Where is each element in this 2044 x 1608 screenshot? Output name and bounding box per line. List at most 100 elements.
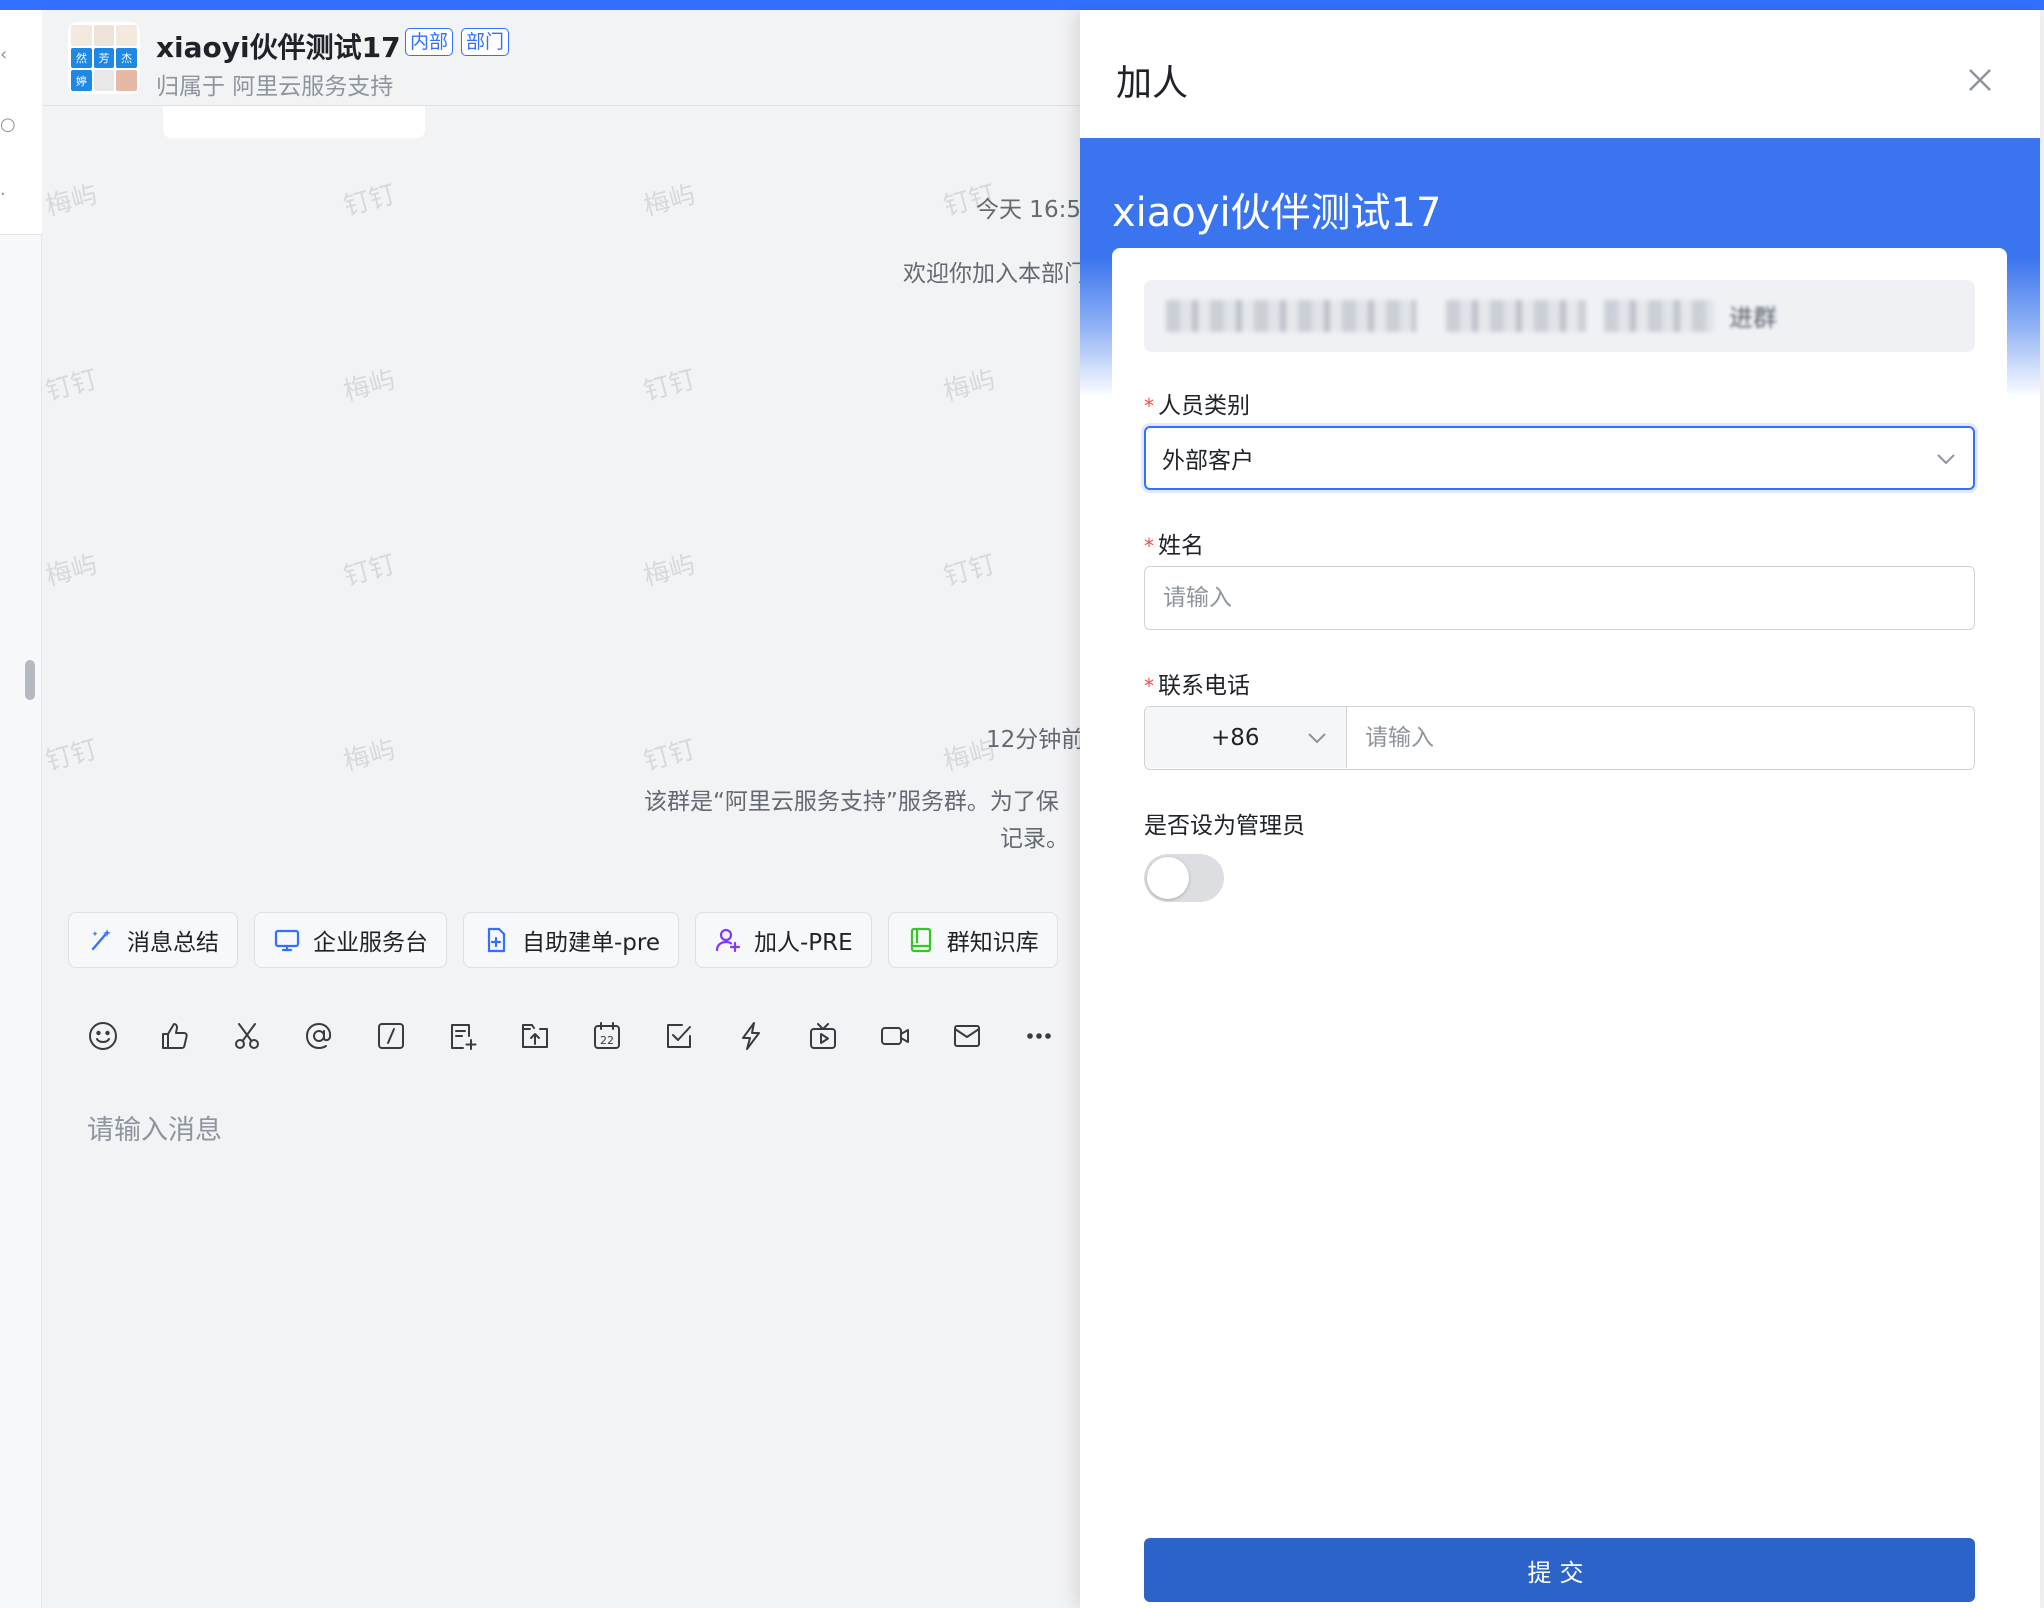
mail-icon[interactable] [951, 1020, 983, 1052]
watermark: 钉钉 [640, 734, 699, 778]
watermark: 钉钉 [640, 364, 699, 408]
add-member-drawer: 加人 xiaoyi伙伴测试17 进群 *人员类别 外部客户 *姓名 *联系电话 … [1080, 10, 2040, 1608]
emoji-icon[interactable] [87, 1020, 119, 1052]
avatar-tile: 然 [71, 47, 92, 69]
scissors-icon[interactable] [231, 1020, 263, 1052]
slash-icon[interactable] [375, 1020, 407, 1052]
shortcut-label: 加人-PRE [754, 930, 853, 956]
shortcut-add-member[interactable]: 加人-PRE [695, 912, 872, 968]
shortcut-label: 自助建单-pre [522, 930, 660, 956]
required-mark: * [1144, 674, 1154, 698]
watermark: 钉钉 [43, 364, 101, 408]
category-label: * 人员类别 [1144, 386, 1250, 420]
note-add-icon[interactable] [447, 1020, 479, 1052]
banner-group-name: xiaoyi伙伴测试17 [1112, 190, 1442, 236]
blurred-text [1166, 300, 1416, 332]
watermark: 梅屿 [940, 364, 999, 408]
document-add-icon [487, 927, 506, 953]
tag-internal: 内部 [405, 28, 454, 56]
shortcut-label: 群知识库 [946, 930, 1039, 956]
chat-title[interactable]: xiaoyi伙伴测试17 [156, 26, 401, 66]
thumbs-up-icon[interactable] [159, 1020, 191, 1052]
avatar-tile: 芳 [93, 47, 115, 69]
system-message-line: 该群是“阿里云服务支持”服务群。为了保 [644, 789, 1059, 815]
message-input[interactable] [87, 1100, 1067, 1160]
rail-scrollbar[interactable] [25, 660, 35, 700]
required-mark: * [1144, 534, 1154, 558]
group-info-blurred: 进群 [1144, 280, 1975, 352]
left-rail: ‹ ○ · [0, 10, 42, 1608]
group-info-text: 进群 [1729, 304, 1777, 332]
name-input[interactable] [1144, 566, 1975, 630]
category-label-text: 人员类别 [1158, 393, 1250, 419]
category-select[interactable]: 外部客户 [1144, 426, 1975, 490]
watermark: 钉钉 [340, 549, 399, 593]
chat-panel: 梅屿 钉钉 梅屿 钉钉 钉钉 梅屿 钉钉 梅屿 梅屿 钉钉 梅屿 钉钉 钉钉 梅… [43, 10, 1080, 1608]
chevron-down-icon [1933, 446, 1959, 472]
avatar-tile [116, 70, 137, 91]
category-value: 外部客户 [1162, 448, 1254, 474]
avatar-tile [71, 25, 92, 46]
shortcut-self-ticket[interactable]: 自助建单-pre [463, 912, 679, 968]
avatar-tile: 婷 [71, 70, 92, 91]
group-avatar[interactable]: 然 芳 杰 婷 [68, 22, 140, 94]
country-code-value: +86 [1211, 724, 1260, 751]
watermark: 钉钉 [340, 179, 399, 223]
chat-subtitle: 归属于 阿里云服务支持 [156, 74, 394, 100]
calendar-icon[interactable]: 22 [591, 1020, 623, 1052]
input-toolbar: 22 [87, 1020, 1055, 1052]
system-message: 欢迎你加入本部门 [903, 261, 1080, 287]
flash-icon[interactable] [735, 1020, 767, 1052]
watermark: 梅屿 [43, 179, 101, 223]
system-message-line: 记录。 [1000, 826, 1069, 852]
admin-label: 是否设为管理员 [1144, 813, 1305, 839]
phone-label: * 联系电话 [1144, 666, 1250, 700]
country-code-select[interactable]: +86 [1145, 707, 1347, 768]
rail-top-panel: ‹ ○ · [0, 10, 42, 235]
previous-message-card [163, 106, 425, 138]
monitor-icon [274, 929, 300, 952]
more-icon[interactable] [1023, 1020, 1055, 1052]
name-label-text: 姓名 [1158, 533, 1204, 559]
name-label: * 姓名 [1144, 526, 1204, 560]
avatar-tile [93, 25, 115, 46]
chevron-left-icon[interactable]: ‹ [0, 44, 7, 65]
watermark: 钉钉 [43, 734, 101, 778]
phone-input[interactable] [1349, 707, 1973, 768]
admin-toggle[interactable] [1144, 854, 1224, 902]
live-icon[interactable] [807, 1020, 839, 1052]
avatar-tile [93, 70, 115, 91]
add-member-form: 进群 *人员类别 外部客户 *姓名 *联系电话 +86 是否设为管理员 提交 [1112, 248, 2007, 1608]
calendar-day: 22 [600, 1034, 614, 1047]
close-icon[interactable] [1960, 60, 2000, 100]
top-strip [0, 0, 2044, 10]
watermark: 梅屿 [640, 179, 699, 223]
shortcut-knowledge-base[interactable]: 群知识库 [887, 912, 1058, 968]
upload-icon[interactable] [519, 1020, 551, 1052]
toggle-knob [1147, 857, 1189, 899]
video-icon[interactable] [879, 1020, 911, 1052]
shortcut-label: 消息总结 [127, 930, 219, 956]
shortcut-service-desk[interactable]: 企业服务台 [254, 912, 447, 968]
shortcut-bar: 消息总结 企业服务台 自助建单-pre 加人-PRE 群知识库 [68, 912, 1058, 968]
required-mark: * [1144, 394, 1154, 418]
user-add-icon [715, 928, 741, 953]
book-icon [910, 927, 931, 953]
shortcut-message-summary[interactable]: 消息总结 [68, 912, 238, 968]
search-icon[interactable]: ○ [0, 114, 16, 135]
watermark: 梅屿 [340, 734, 399, 778]
checkbox-icon[interactable] [663, 1020, 695, 1052]
dot-icon: · [0, 184, 6, 205]
tag-department: 部门 [461, 28, 510, 56]
submit-button[interactable]: 提交 [1144, 1538, 1975, 1602]
shortcut-label: 企业服务台 [313, 930, 428, 956]
watermark: 梅屿 [43, 549, 101, 593]
avatar-tile: 杰 [116, 47, 137, 69]
watermark: 梅屿 [640, 549, 699, 593]
watermark: 钉钉 [940, 549, 999, 593]
blurred-text [1604, 300, 1714, 332]
at-icon[interactable] [303, 1020, 335, 1052]
drawer-title: 加人 [1116, 63, 1189, 104]
blurred-text [1446, 300, 1586, 332]
chat-header: 然 芳 杰 婷 xiaoyi伙伴测试17 内部 部门 归属于 阿里云服务支持 [43, 10, 1080, 106]
